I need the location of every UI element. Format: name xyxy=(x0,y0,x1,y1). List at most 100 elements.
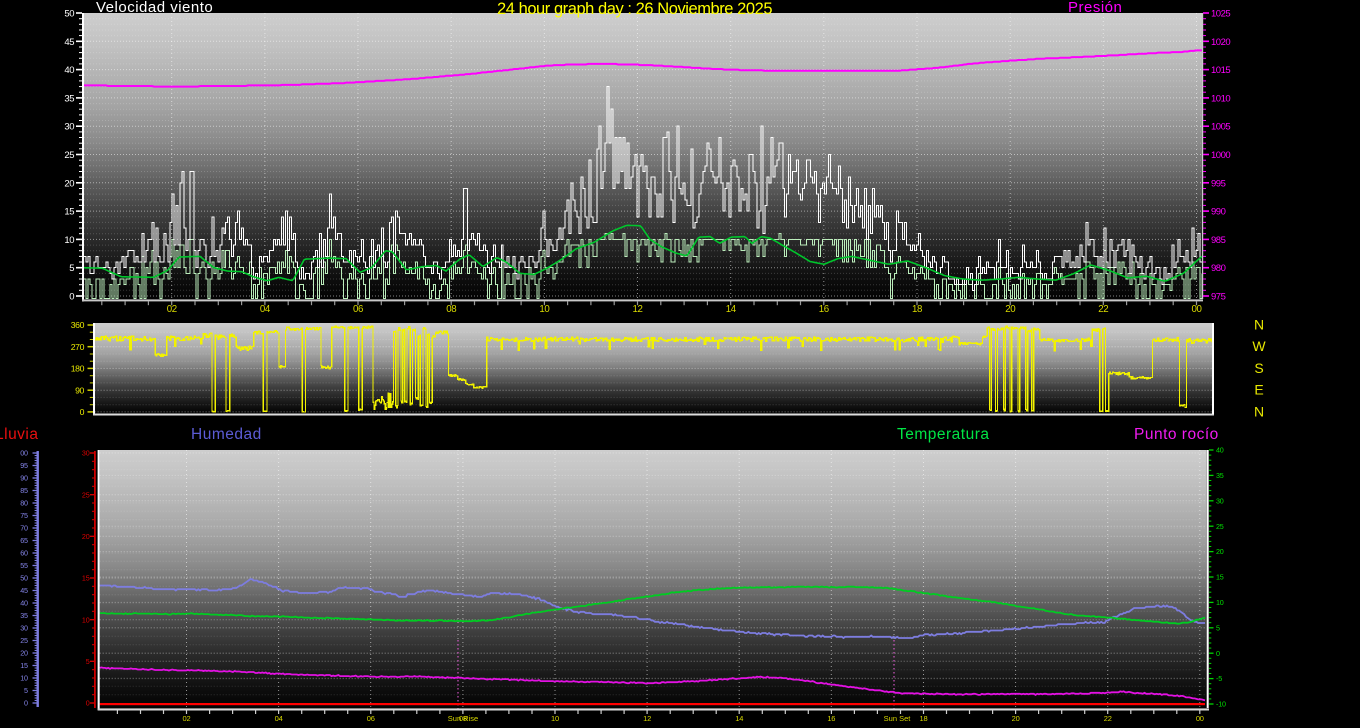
svg-text:50: 50 xyxy=(64,9,74,20)
svg-text:5: 5 xyxy=(1216,623,1220,632)
svg-text:Temperatura: Temperatura xyxy=(897,426,990,443)
svg-text:270: 270 xyxy=(71,342,85,352)
svg-text:25: 25 xyxy=(20,636,28,645)
svg-text:40: 40 xyxy=(1216,446,1224,455)
svg-text:0: 0 xyxy=(24,699,28,708)
svg-text:Lluvia: Lluvia xyxy=(0,426,39,443)
svg-text:15: 15 xyxy=(1216,573,1224,582)
svg-text:1005: 1005 xyxy=(1211,122,1230,133)
svg-text:20: 20 xyxy=(64,178,74,189)
svg-text:80: 80 xyxy=(20,499,28,508)
svg-text:65: 65 xyxy=(20,536,28,545)
svg-text:0: 0 xyxy=(69,292,74,303)
svg-text:04: 04 xyxy=(275,714,283,723)
svg-text:1020: 1020 xyxy=(1211,37,1230,48)
svg-text:12: 12 xyxy=(633,304,643,315)
svg-text:1015: 1015 xyxy=(1211,65,1230,76)
svg-text:75: 75 xyxy=(20,511,28,520)
svg-text:95: 95 xyxy=(20,461,28,470)
svg-text:45: 45 xyxy=(20,586,28,595)
svg-text:-10: -10 xyxy=(1216,700,1226,709)
svg-text:N: N xyxy=(1254,403,1264,419)
svg-text:0: 0 xyxy=(1216,649,1220,658)
svg-text:Velocidad viento: Velocidad viento xyxy=(96,0,213,16)
svg-text:10: 10 xyxy=(64,235,74,246)
svg-text:5: 5 xyxy=(24,686,28,695)
svg-text:60: 60 xyxy=(20,549,28,558)
svg-text:S: S xyxy=(1254,360,1263,376)
svg-text:975: 975 xyxy=(1211,292,1226,303)
svg-text:04: 04 xyxy=(260,304,271,315)
svg-text:00: 00 xyxy=(1196,714,1204,723)
svg-text:1000: 1000 xyxy=(1211,150,1230,161)
svg-text:Sun Rise: Sun Rise xyxy=(448,714,478,723)
svg-text:30: 30 xyxy=(82,449,90,458)
svg-text:14: 14 xyxy=(735,714,743,723)
svg-text:25: 25 xyxy=(64,150,74,161)
svg-text:18: 18 xyxy=(912,304,922,315)
svg-text:45: 45 xyxy=(64,37,74,48)
svg-text:12: 12 xyxy=(643,714,651,723)
svg-text:90: 90 xyxy=(75,385,84,395)
svg-text:14: 14 xyxy=(726,304,737,315)
svg-text:06: 06 xyxy=(367,714,375,723)
svg-text:18: 18 xyxy=(920,714,928,723)
svg-text:-5: -5 xyxy=(1216,674,1222,683)
svg-text:Presión: Presión xyxy=(1068,0,1122,16)
svg-text:30: 30 xyxy=(20,624,28,633)
svg-text:16: 16 xyxy=(827,714,835,723)
svg-text:20: 20 xyxy=(20,649,28,658)
svg-text:995: 995 xyxy=(1211,178,1226,189)
svg-text:360: 360 xyxy=(71,320,85,330)
svg-text:E: E xyxy=(1254,382,1263,398)
svg-text:20: 20 xyxy=(82,532,90,541)
svg-text:20: 20 xyxy=(1216,547,1224,556)
svg-text:5: 5 xyxy=(86,657,90,666)
svg-text:16: 16 xyxy=(819,304,829,315)
svg-text:55: 55 xyxy=(20,561,28,570)
svg-text:10: 10 xyxy=(539,304,550,315)
svg-text:30: 30 xyxy=(64,122,74,133)
svg-text:10: 10 xyxy=(20,674,28,683)
svg-text:85: 85 xyxy=(20,486,28,495)
svg-text:02: 02 xyxy=(167,304,177,315)
svg-text:20: 20 xyxy=(1012,714,1020,723)
svg-text:15: 15 xyxy=(82,574,90,583)
svg-text:W: W xyxy=(1252,338,1266,354)
svg-text:15: 15 xyxy=(64,207,74,218)
svg-text:985: 985 xyxy=(1211,235,1226,246)
svg-text:N: N xyxy=(1254,317,1264,333)
svg-text:1025: 1025 xyxy=(1211,9,1230,20)
svg-text:180: 180 xyxy=(71,364,85,374)
svg-text:980: 980 xyxy=(1211,263,1226,274)
svg-text:Sun Set: Sun Set xyxy=(884,714,912,723)
svg-text:5: 5 xyxy=(69,263,74,274)
svg-text:70: 70 xyxy=(20,524,28,533)
svg-text:25: 25 xyxy=(1216,522,1224,531)
svg-text:35: 35 xyxy=(20,611,28,620)
svg-text:10: 10 xyxy=(1216,598,1224,607)
svg-text:10: 10 xyxy=(82,615,90,624)
svg-text:20: 20 xyxy=(1005,304,1016,315)
svg-text:1010: 1010 xyxy=(1211,93,1230,104)
svg-text:Humedad: Humedad xyxy=(191,426,262,443)
svg-text:15: 15 xyxy=(20,661,28,670)
svg-text:990: 990 xyxy=(1211,207,1226,218)
svg-text:50: 50 xyxy=(20,574,28,583)
svg-text:90: 90 xyxy=(20,474,28,483)
svg-text:06: 06 xyxy=(353,304,363,315)
svg-text:10: 10 xyxy=(551,714,559,723)
svg-text:22: 22 xyxy=(1098,304,1108,315)
svg-text:0: 0 xyxy=(80,407,85,417)
svg-text:35: 35 xyxy=(1216,471,1224,480)
svg-text:25: 25 xyxy=(82,490,90,499)
svg-text:08: 08 xyxy=(446,304,456,315)
svg-text:24 hour graph day : 26 Noviemb: 24 hour graph day : 26 Noviembre 2025 xyxy=(497,0,772,18)
svg-text:22: 22 xyxy=(1104,714,1112,723)
svg-text:35: 35 xyxy=(64,93,74,104)
svg-text:00: 00 xyxy=(1192,304,1203,315)
svg-text:00: 00 xyxy=(20,449,28,458)
svg-text:0: 0 xyxy=(86,699,90,708)
svg-text:40: 40 xyxy=(64,65,74,76)
svg-text:40: 40 xyxy=(20,599,28,608)
